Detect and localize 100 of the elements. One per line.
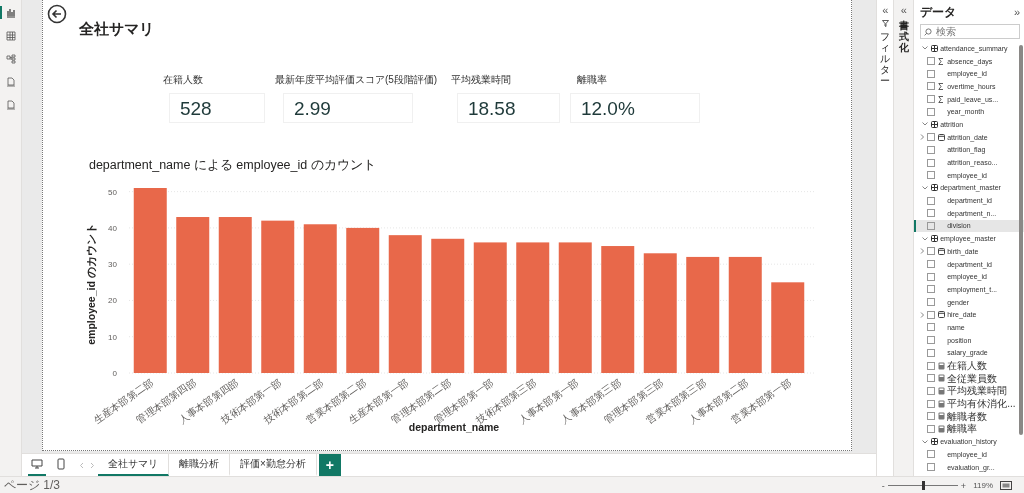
checkbox[interactable] — [927, 196, 936, 205]
table-icon[interactable] — [6, 30, 17, 41]
field-name[interactable]: 離職率 — [947, 423, 978, 435]
calculator-icon — [937, 424, 945, 433]
chevron-icon[interactable] — [922, 235, 929, 242]
calendar-icon — [937, 311, 945, 319]
calendar-icon — [937, 247, 945, 255]
slider-thumb[interactable] — [921, 481, 925, 490]
kpi-label: 平均残業時間 — [450, 73, 512, 87]
checkbox[interactable] — [927, 209, 936, 218]
field-name[interactable]: 平均有休消化... — [947, 398, 1016, 410]
checkbox[interactable] — [927, 310, 936, 319]
document-icon[interactable] — [6, 76, 17, 87]
zoom-level: 119% — [973, 481, 993, 490]
page-title: 全社サマリ — [78, 20, 155, 39]
checkbox[interactable] — [927, 323, 936, 332]
checkbox[interactable] — [927, 57, 936, 66]
field-name[interactable]: 全従業員数 — [947, 372, 998, 384]
table-icon — [931, 438, 939, 446]
checkbox[interactable] — [927, 298, 936, 307]
checkbox[interactable] — [927, 424, 936, 433]
checkbox[interactable] — [927, 158, 936, 167]
table-icon — [931, 44, 939, 52]
calculator-icon — [937, 412, 945, 421]
add-page-button[interactable]: + — [318, 454, 341, 476]
calculator-icon — [937, 361, 945, 370]
phone-icon[interactable] — [56, 458, 65, 470]
checkbox[interactable] — [927, 463, 936, 472]
calculator-icon — [937, 374, 945, 383]
checkbox[interactable] — [927, 386, 936, 395]
filter-pane-title[interactable]: フィルター — [880, 31, 891, 86]
checkbox[interactable] — [927, 107, 936, 116]
format-pane-title[interactable]: 書式化 — [898, 20, 909, 53]
checkbox[interactable] — [927, 260, 936, 269]
calculator-icon — [937, 399, 945, 408]
fit-to-page-icon[interactable] — [1000, 481, 1012, 490]
checkbox[interactable] — [927, 133, 936, 142]
checkbox[interactable] — [927, 399, 936, 408]
y-axis-title: employee_id のカウント — [84, 223, 97, 345]
checkbox[interactable] — [927, 336, 936, 345]
model-icon[interactable] — [6, 53, 17, 64]
y-tick-label: 40 — [108, 223, 117, 233]
chevron-icon[interactable] — [922, 438, 929, 445]
checkbox[interactable] — [927, 145, 936, 154]
field-name[interactable]: 平均残業時間 — [947, 385, 1008, 397]
kpi-value: 18.58 — [456, 93, 560, 123]
data-pane-title: データ — [920, 3, 957, 21]
checkbox[interactable] — [927, 221, 936, 230]
kpi-label: 最新年度平均評価スコア(5段階評価) — [274, 73, 439, 87]
checkbox[interactable] — [927, 412, 936, 421]
chevron-icon[interactable] — [922, 121, 929, 128]
checkbox[interactable] — [927, 82, 936, 91]
y-tick-label: 10 — [108, 332, 117, 342]
checkbox[interactable] — [927, 450, 936, 459]
y-tick-label: 20 — [108, 296, 117, 306]
monitor-icon[interactable] — [30, 459, 43, 469]
filter-icon — [881, 20, 889, 27]
y-tick-label: 30 — [108, 260, 117, 270]
y-tick-label: 50 — [108, 187, 117, 197]
checkbox[interactable] — [927, 361, 936, 370]
scrollbar[interactable] — [1019, 45, 1023, 435]
chevron-icon[interactable] — [920, 134, 926, 141]
search-icon — [924, 27, 933, 36]
field-name[interactable]: 離職者数 — [947, 410, 988, 422]
bar-chart-icon[interactable] — [6, 7, 17, 18]
previous-page-icon[interactable] — [78, 461, 84, 469]
sum-icon — [938, 57, 945, 65]
kpi-label: 離職率 — [576, 73, 608, 87]
calculator-icon — [937, 386, 945, 395]
search-field[interactable]: 検索 — [920, 24, 1020, 39]
chart-title: department_name による employee_id のカウント — [88, 157, 377, 174]
chevron-icon[interactable] — [920, 248, 926, 255]
checkbox[interactable] — [927, 374, 936, 383]
y-tick-label: 0 — [112, 369, 117, 378]
zoom-in-button[interactable]: + — [960, 480, 967, 491]
calendar-icon — [937, 133, 945, 141]
checkbox[interactable] — [927, 95, 936, 104]
checkbox[interactable] — [927, 272, 936, 281]
chevron-icon[interactable] — [922, 184, 929, 191]
checkbox[interactable] — [927, 285, 936, 294]
kpi-value: 528 — [168, 93, 265, 123]
kpi-label: 在籍人数 — [162, 73, 204, 87]
page-tab[interactable]: 全社サマリ — [97, 454, 169, 476]
kpi-value: 12.0% — [569, 93, 700, 123]
checkbox[interactable] — [927, 171, 936, 180]
kpi-value: 2.99 — [282, 93, 413, 123]
collapse-button[interactable]: « — [900, 4, 907, 16]
table-icon — [931, 235, 939, 243]
collapse-button[interactable]: « — [882, 4, 889, 16]
chevron-icon[interactable] — [920, 311, 926, 318]
field-name[interactable]: 在籍人数 — [947, 360, 988, 372]
next-page-icon[interactable] — [89, 461, 95, 469]
document-icon[interactable] — [6, 99, 17, 110]
checkbox[interactable] — [927, 247, 936, 256]
checkbox[interactable] — [927, 69, 936, 78]
zoom-out-button[interactable]: - — [881, 480, 885, 491]
expand-button[interactable]: » — [1013, 6, 1020, 18]
checkbox[interactable] — [927, 348, 936, 357]
chevron-icon[interactable] — [922, 45, 929, 52]
table-icon — [931, 120, 939, 128]
